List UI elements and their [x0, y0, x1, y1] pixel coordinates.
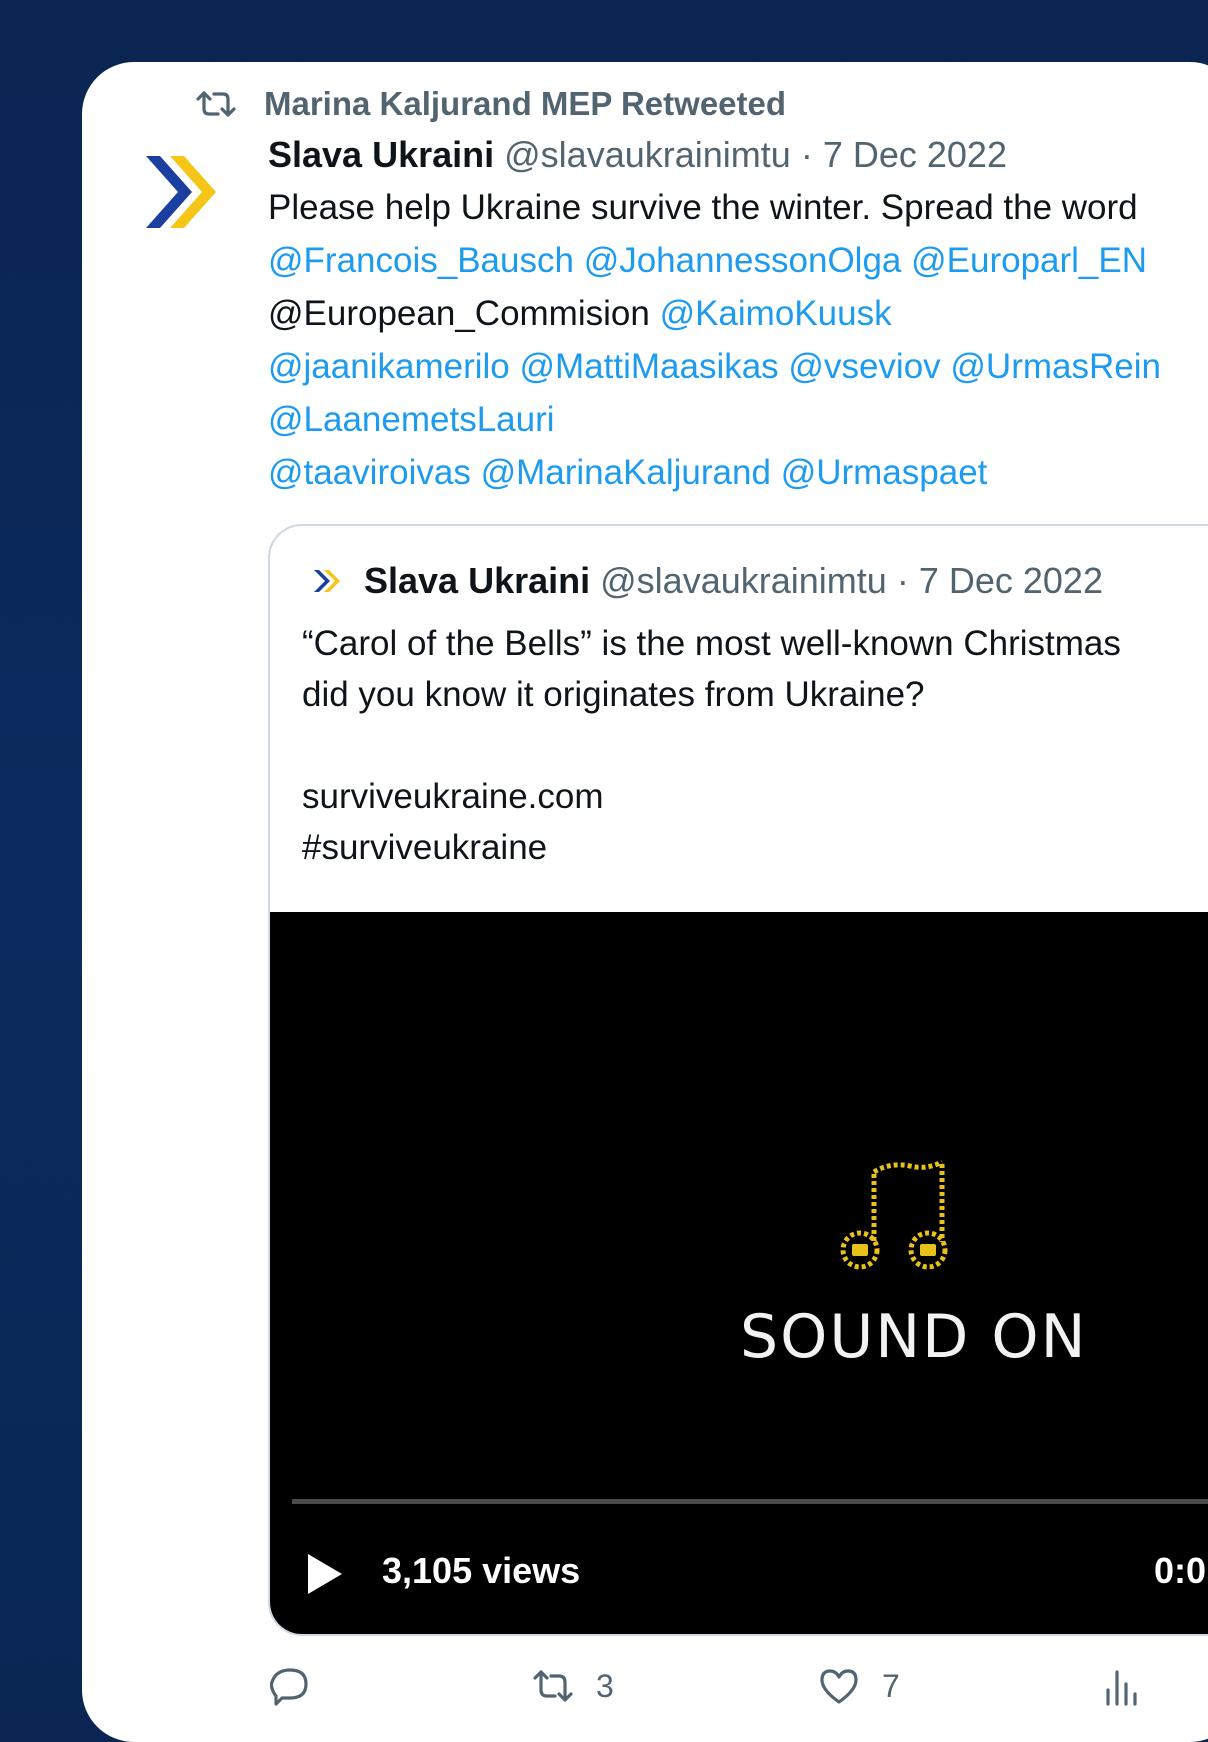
mention-line: @European_Commision @KaimoKuusk [268, 288, 1208, 339]
mention-link[interactable]: @LaanemetsLauri [268, 400, 555, 439]
heart-icon [820, 1669, 858, 1704]
mention-link[interactable]: @JohannessonOlga [584, 241, 902, 280]
video-time: 0:0 [1154, 1550, 1207, 1591]
mention-link[interactable]: @KaimoKuusk [660, 294, 892, 333]
reply-button[interactable] [268, 1666, 310, 1706]
mention-link[interactable]: @vseviov [788, 347, 940, 386]
like-button[interactable]: 7 [818, 1666, 900, 1706]
tweet-date[interactable]: 7 Dec 2022 [823, 134, 1007, 175]
quoted-text-line: did you know it originates from Ukraine? [302, 675, 925, 714]
analytics-icon [1106, 1670, 1137, 1706]
play-icon[interactable] [304, 1552, 344, 1596]
music-note-icon [840, 1159, 948, 1270]
quoted-tweet[interactable]: Slava Ukraini @slavaukrainimtu · 7 Dec 2… [268, 524, 1208, 1636]
views-button[interactable] [1100, 1666, 1142, 1706]
author-name[interactable]: Slava Ukraini [268, 134, 494, 175]
avatar[interactable] [140, 150, 220, 234]
mention-link[interactable]: @Urmaspaet [781, 453, 988, 492]
mention-plain: @European_Commision [268, 294, 650, 333]
mention-line: @jaanikamerilo @MattiMaasikas @vseviov @… [268, 341, 1208, 392]
tweet-text-line: Please help Ukraine survive the winter. … [268, 188, 1138, 227]
mention-link[interactable]: @UrmasRein [950, 347, 1161, 386]
retweet-label[interactable]: Marina Kaljurand MEP Retweeted [264, 85, 786, 123]
quoted-tweet-header: Slava Ukraini @slavaukrainimtu · 7 Dec 2… [312, 556, 1103, 606]
mention-link[interactable]: @Europarl_EN [911, 241, 1147, 280]
quoted-link[interactable]: surviveukraine.com [302, 771, 1121, 822]
author-handle[interactable]: @slavaukrainimtu [504, 134, 791, 175]
video-overlay-text: SOUND ON [740, 1302, 1088, 1372]
mention-line: @LaanemetsLauri [268, 394, 1208, 445]
separator-dot: · [800, 134, 813, 175]
mention-link[interactable]: @MarinaKaljurand [481, 453, 771, 492]
retweet-context: Marina Kaljurand MEP Retweeted [196, 84, 786, 124]
quoted-hashtag[interactable]: #surviveukraine [302, 822, 1121, 873]
quoted-author-name[interactable]: Slava Ukraini [364, 560, 590, 602]
video-views: 3,105 views [382, 1550, 581, 1591]
quoted-date[interactable]: 7 Dec 2022 [919, 560, 1103, 602]
mention-link[interactable]: @taaviroivas [268, 453, 471, 492]
mention-line: @taaviroivas @MarinaKaljurand @Urmaspaet [268, 447, 1208, 498]
quoted-text-line: “Carol of the Bells” is the most well-kn… [302, 624, 1121, 663]
tweet-actions: 3 7 [0, 1666, 1208, 1714]
separator-dot: · [896, 560, 909, 601]
retweet-icon [533, 1670, 573, 1702]
mention-link[interactable]: @Francois_Bausch [268, 241, 574, 280]
tweet-header: Slava Ukraini @slavaukrainimtu · 7 Dec 2… [268, 130, 1208, 180]
video-player[interactable]: SOUND ON 3,105 views 0:0 [270, 912, 1208, 1634]
mention-link[interactable]: @MattiMaasikas [519, 347, 778, 386]
video-progress-bar[interactable] [292, 1499, 1208, 1504]
mention-line: @Francois_Bausch @JohannessonOlga @Europ… [268, 235, 1208, 286]
like-count: 7 [882, 1667, 900, 1704]
retweet-count: 3 [596, 1667, 614, 1704]
quoted-avatar[interactable] [312, 566, 346, 596]
quoted-author-handle[interactable]: @slavaukrainimtu [600, 560, 887, 602]
reply-icon [269, 1668, 308, 1706]
mention-link[interactable]: @jaanikamerilo [268, 347, 510, 386]
retweet-button[interactable]: 3 [532, 1666, 614, 1706]
tweet-content: Slava Ukraini @slavaukrainimtu · 7 Dec 2… [268, 130, 1208, 498]
quoted-tweet-text: “Carol of the Bells” is the most well-kn… [302, 618, 1121, 873]
retweet-icon [196, 91, 236, 117]
